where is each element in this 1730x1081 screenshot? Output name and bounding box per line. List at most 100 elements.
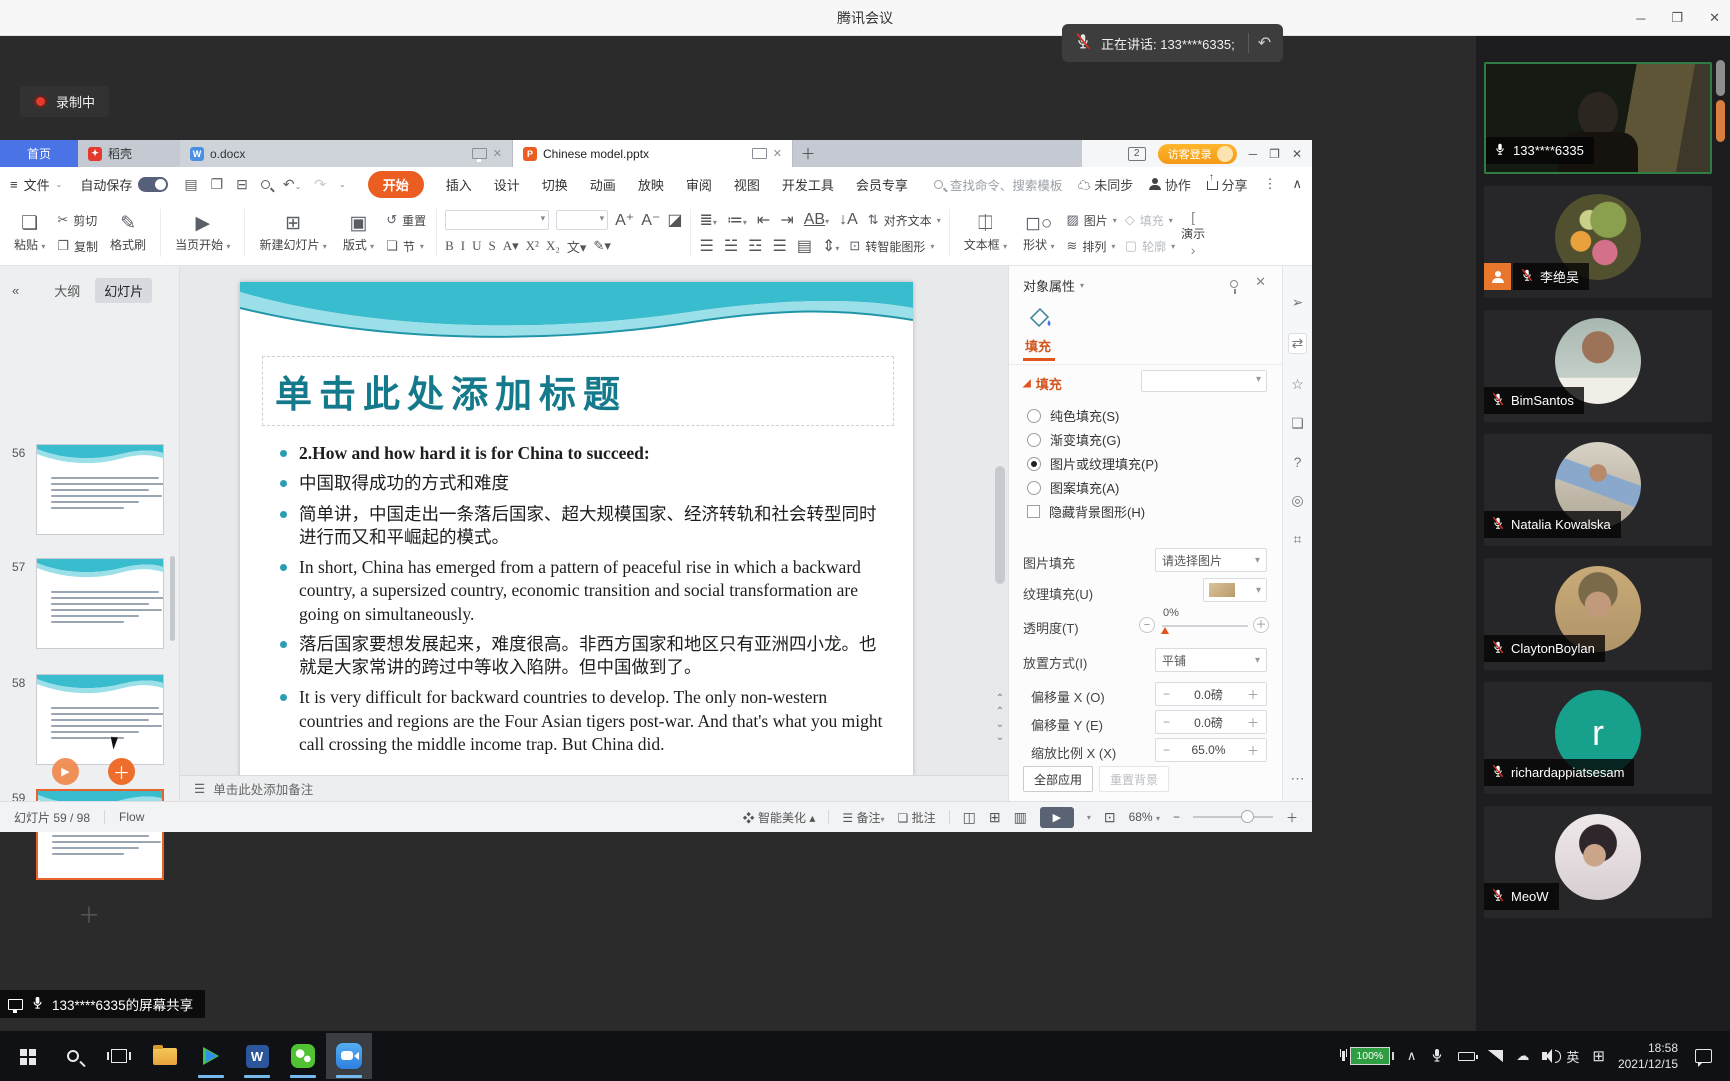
panel-close-icon[interactable]: ✕ — [1255, 274, 1266, 290]
mode-label[interactable]: Flow — [119, 810, 144, 824]
decrease-icon[interactable]: − — [1139, 617, 1155, 633]
clear-format-icon[interactable]: ◪ — [667, 210, 682, 230]
document-tab[interactable]: PChinese model.pptx✕ — [513, 140, 793, 167]
collapse-panel-icon[interactable]: « — [12, 283, 19, 298]
redo-icon[interactable]: ↷ — [314, 176, 326, 193]
restore-icon[interactable]: ❐ — [1671, 10, 1683, 26]
outdent-icon[interactable]: ⇤ — [757, 210, 770, 230]
paste-button[interactable]: ❏粘贴 ▾ — [6, 205, 53, 261]
indent-icon[interactable]: ⇥ — [780, 210, 793, 230]
add-slide-hover-button[interactable]: ＋ — [108, 758, 135, 785]
share-button[interactable]: 分享 — [1207, 175, 1248, 194]
slide-thumbnail-57[interactable] — [36, 558, 164, 649]
cut-button[interactable]: ✂剪切 — [57, 212, 98, 229]
slide-page[interactable]: 单击此处添加标题 2.How and how hard it is for Ch… — [240, 282, 913, 775]
document-tab[interactable]: Wo.docx✕ — [180, 140, 513, 167]
notes-bar[interactable]: ☰ 单击此处添加备注 — [180, 775, 1008, 801]
align-left-icon[interactable]: ☰ — [699, 236, 713, 256]
properties-title[interactable]: 对象属性▾ — [1023, 276, 1084, 295]
wps-restore-icon[interactable]: ❐ — [1269, 147, 1280, 161]
superscript-icon[interactable]: X² — [526, 238, 539, 254]
format-painter-button[interactable]: ✎格式刷 — [102, 205, 154, 261]
picture-button[interactable]: ▨图片 ▾ — [1066, 212, 1116, 229]
battery-icon[interactable] — [1458, 1052, 1475, 1061]
restore-toolbar-icon[interactable]: ↶ — [1258, 33, 1271, 53]
char-spacing-icon[interactable]: AB▾ — [804, 211, 829, 229]
more-icon[interactable]: ⌄ — [339, 180, 346, 189]
transparency-slider[interactable]: − 0% ＋ — [1139, 614, 1269, 638]
sidebar-scrollbar[interactable] — [1716, 60, 1725, 96]
panel-scrollbar[interactable] — [170, 556, 175, 641]
prev-slide-icon[interactable]: ⌃ — [993, 694, 1007, 704]
arrange-button[interactable]: ≋排列 ▾ — [1066, 238, 1116, 255]
slide-body-text[interactable]: 2.How and how hard it is for China to su… — [280, 442, 892, 763]
video-app-button[interactable] — [188, 1033, 234, 1079]
collaborate-button[interactable]: 协作 — [1149, 175, 1191, 194]
volume-icon[interactable] — [1542, 1052, 1547, 1060]
notes-button[interactable]: ☰ 备注▾ — [842, 809, 884, 826]
slide-thumbnail-58[interactable] — [36, 674, 164, 765]
zoom-knob[interactable] — [1241, 810, 1254, 823]
layout-button[interactable]: ▣版式 ▾ — [335, 205, 382, 261]
start-button[interactable] — [4, 1033, 50, 1079]
tools-icon[interactable]: ⌗ — [1294, 531, 1302, 548]
copy-button[interactable]: ❐复制 — [57, 238, 98, 255]
collapse-ribbon-icon[interactable]: ∧ — [1292, 176, 1302, 192]
participant-tile[interactable]: 133****6335 — [1484, 62, 1712, 174]
participant-tile[interactable]: rrichardappiatsesam — [1484, 682, 1712, 794]
add-slide-button[interactable]: ＋ — [78, 898, 100, 930]
minimize-icon[interactable]: ─ — [1636, 11, 1645, 26]
section-button[interactable]: ❏节 ▾ — [386, 238, 426, 255]
ribbon-tab-会员专享[interactable]: 会员专享 — [856, 175, 908, 194]
wechat-button[interactable] — [280, 1033, 326, 1079]
beautify-button[interactable]: ❖ 智能美化 ▴ — [743, 809, 816, 826]
zoom-slider[interactable] — [1193, 816, 1273, 818]
font-style-button-S[interactable]: S — [489, 238, 496, 254]
taskbar-search-button[interactable] — [50, 1033, 96, 1079]
more-menu-icon[interactable]: ⋮ — [1263, 176, 1276, 192]
window-count-badge[interactable]: 2 — [1128, 147, 1146, 161]
present-group-edge[interactable]: [演示› — [1181, 205, 1205, 261]
participant-tile[interactable]: 李绝吴 — [1484, 186, 1712, 298]
wps-minimize-icon[interactable]: ─ — [1249, 147, 1258, 161]
apply-all-button[interactable]: 全部应用 — [1023, 766, 1093, 792]
autosave-toggle[interactable] — [138, 177, 168, 192]
distribute-icon[interactable]: ▤ — [797, 236, 812, 256]
ribbon-tab-设计[interactable]: 设计 — [494, 175, 520, 194]
slider-thumb[interactable] — [1161, 627, 1169, 634]
ribbon-tab-审阅[interactable]: 审阅 — [686, 175, 712, 194]
help-icon[interactable]: ? — [1294, 454, 1302, 470]
new-slide-button[interactable]: ⊞新建幻灯片 ▾ — [251, 205, 334, 261]
participant-tile[interactable]: MeoW — [1484, 806, 1712, 918]
slideshow-play-button[interactable]: ▶ — [1040, 807, 1074, 828]
play-options-icon[interactable]: ▾ — [1087, 813, 1091, 822]
tab-docer[interactable]: ✦ 稻壳 — [78, 140, 180, 167]
fill-option-radio[interactable]: 渐变填充(G) — [1027, 430, 1121, 449]
close-icon[interactable]: ✕ — [1709, 10, 1720, 26]
guest-login-button[interactable]: 访客登录 — [1158, 144, 1237, 164]
canvas-scrollbar[interactable] — [995, 466, 1005, 584]
zoom-out-icon[interactable]: − — [1173, 810, 1180, 824]
pin-icon[interactable] — [1230, 276, 1238, 291]
font-color-icon[interactable]: A▾ — [503, 238, 519, 254]
ribbon-tab-动画[interactable]: 动画 — [590, 175, 616, 194]
line-spacing-icon[interactable]: ⇕▾ — [822, 236, 839, 256]
font-size-select[interactable] — [556, 210, 608, 230]
sort-icon[interactable]: ↓A — [839, 211, 858, 229]
outline-button[interactable]: ▢轮廓 ▾ — [1125, 238, 1175, 255]
cloud-icon[interactable]: ☁ — [1516, 1048, 1529, 1064]
participant-tile[interactable]: BimSantos — [1484, 310, 1712, 422]
fill-option-radio[interactable]: 图片或纹理填充(P) — [1027, 454, 1158, 473]
slide-title-placeholder[interactable]: 单击此处添加标题 — [262, 356, 894, 426]
new-tab-button[interactable]: ＋ — [793, 140, 823, 167]
increase-font-icon[interactable]: A⁺ — [615, 210, 634, 230]
word-button[interactable]: W — [234, 1033, 280, 1079]
save-icon[interactable]: ▤ — [184, 176, 197, 193]
star-icon[interactable]: ☆ — [1291, 376, 1304, 393]
fill-section-header[interactable]: ◢填充 — [1023, 374, 1062, 393]
ribbon-tab-插入[interactable]: 插入 — [446, 175, 472, 194]
shape-button[interactable]: ◻○形状 ▾ — [1015, 205, 1062, 261]
next-slide-icon[interactable]: ⌄ — [993, 733, 1007, 743]
quick-tools-icon[interactable]: ➢ — [1292, 294, 1304, 311]
justify-icon[interactable]: ☰ — [773, 236, 787, 256]
